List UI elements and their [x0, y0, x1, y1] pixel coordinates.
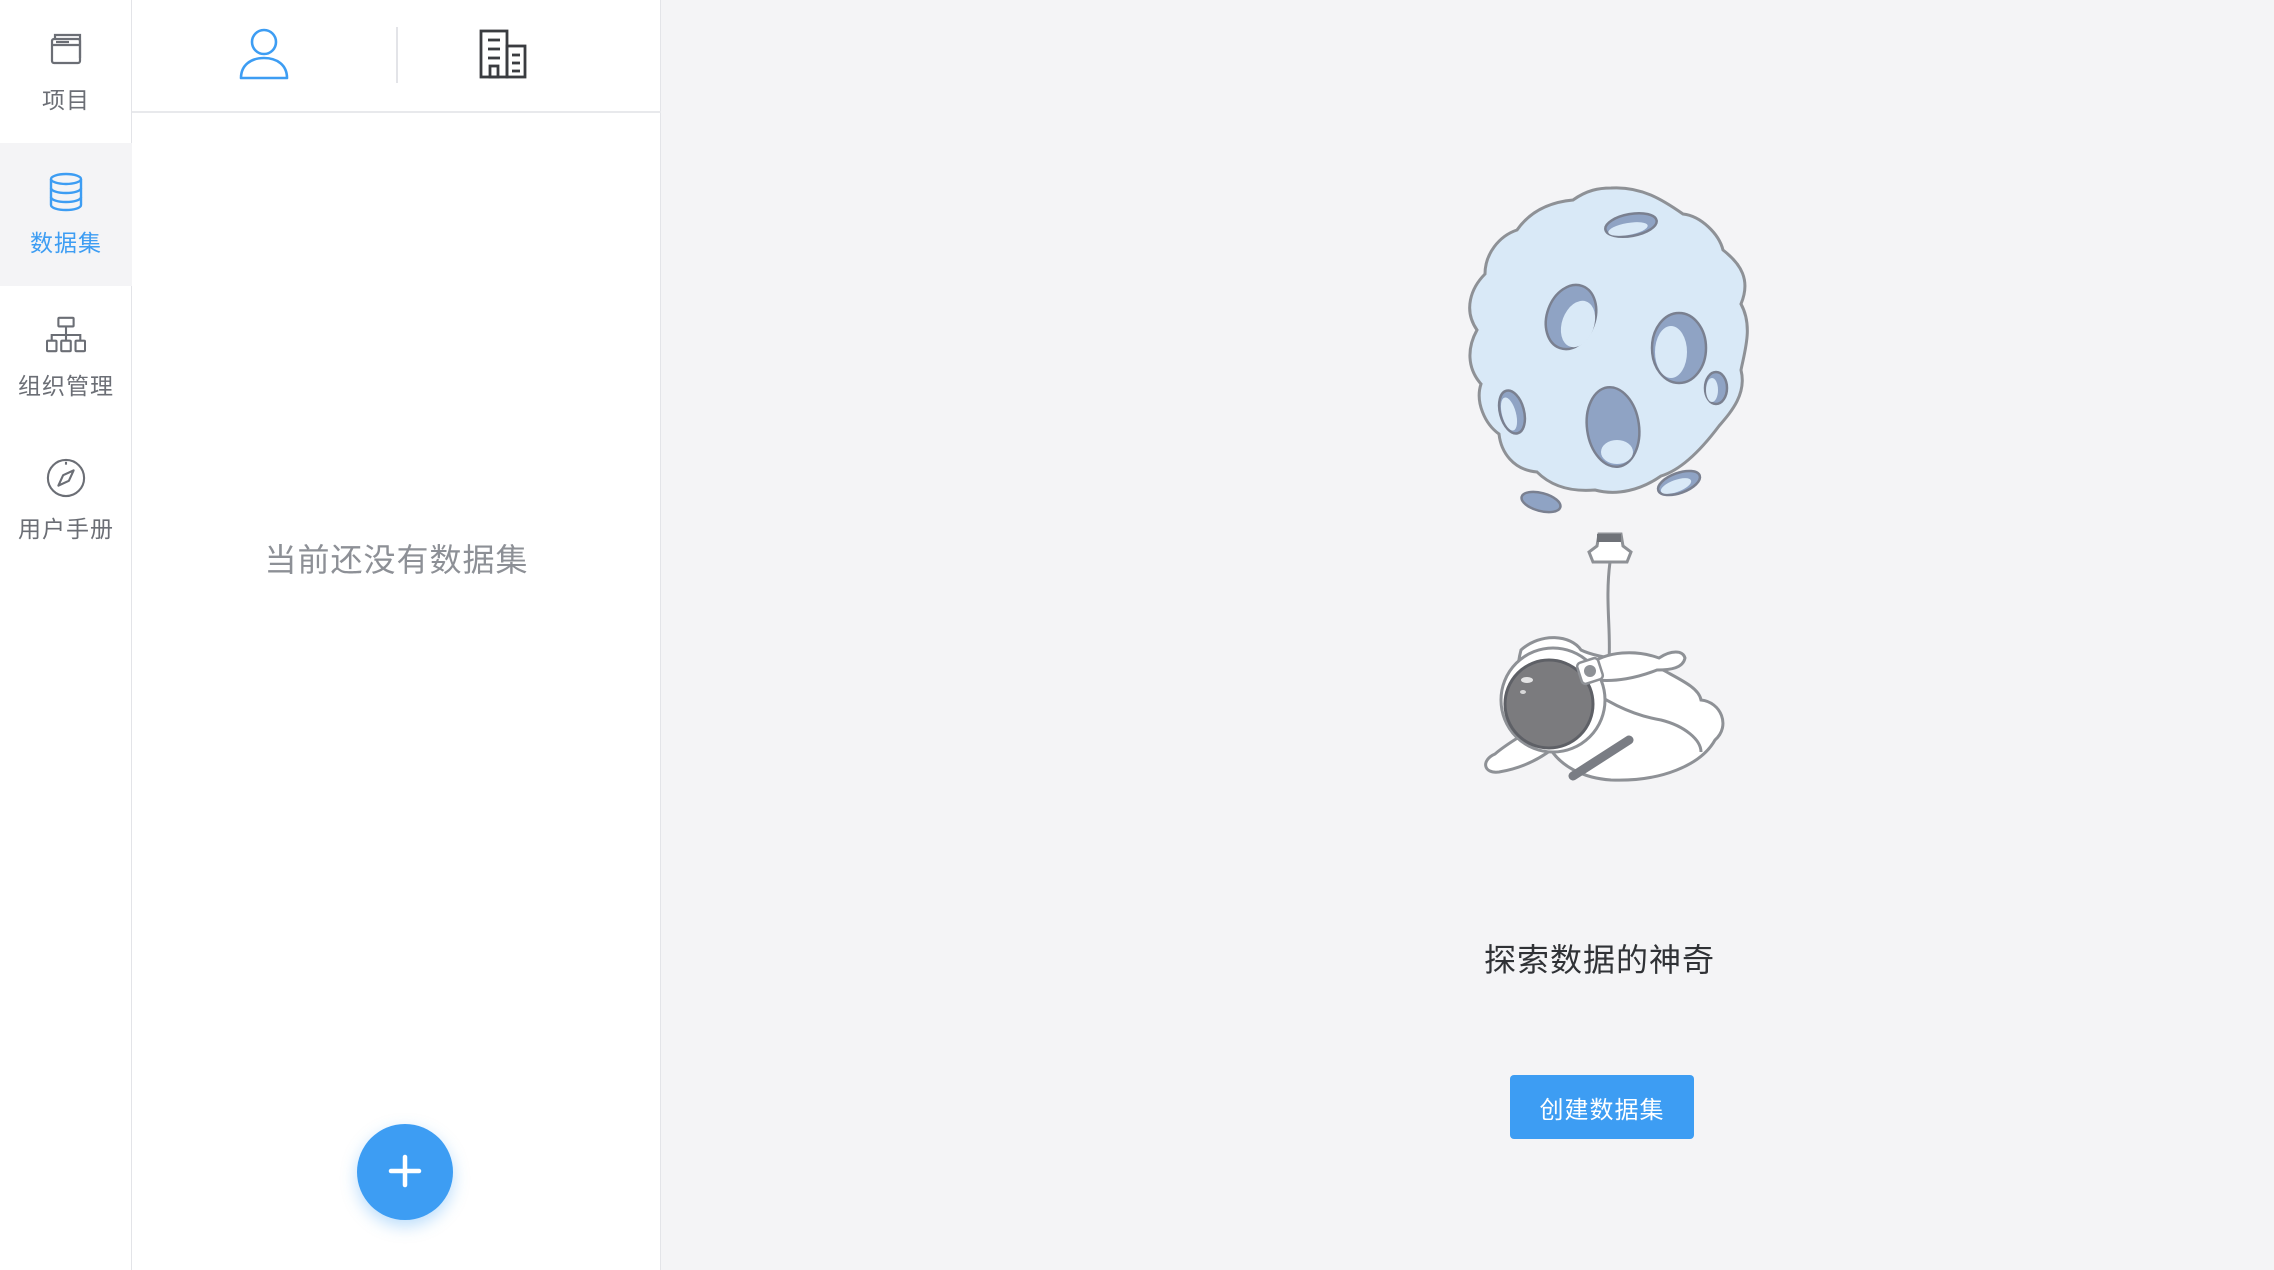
- nav-item-organization[interactable]: 组织管理: [0, 286, 132, 429]
- main-title: 探索数据的神奇: [661, 935, 2274, 981]
- nav-item-label: 数据集: [30, 230, 102, 257]
- nav-item-label: 用户手册: [18, 516, 114, 543]
- tab-divider: [396, 27, 398, 83]
- empty-state-text: 当前还没有数据集: [264, 541, 529, 579]
- org-chart-icon: [46, 315, 86, 355]
- add-dataset-button[interactable]: [357, 1124, 453, 1220]
- plus-icon: [387, 1153, 423, 1192]
- create-dataset-button[interactable]: 创建数据集: [1510, 1075, 1694, 1139]
- main-title-text: 探索数据的神奇: [1483, 941, 1715, 979]
- app-root: 项目 数据集 组织管理 用户手册 当前还没有数据集 探索数据的神奇 创建数据集: [0, 0, 2274, 1270]
- nav-item-label: 项目: [42, 87, 90, 114]
- nav-item-manual[interactable]: 用户手册: [0, 429, 132, 572]
- compass-icon: [46, 458, 86, 498]
- panel-tabs: [132, 0, 661, 113]
- nav-item-dataset[interactable]: 数据集: [0, 143, 132, 286]
- user-icon: [238, 27, 290, 85]
- tab-organization[interactable]: [455, 18, 551, 94]
- project-window-icon: [46, 29, 86, 69]
- nav-item-label: 组织管理: [18, 373, 114, 400]
- left-nav: 项目 数据集 组织管理 用户手册: [0, 0, 132, 1270]
- database-icon: [46, 172, 86, 212]
- building-icon: [477, 28, 529, 84]
- dataset-list-panel: 当前还没有数据集: [132, 0, 661, 1270]
- tab-personal[interactable]: [216, 18, 312, 94]
- main-content: 探索数据的神奇 创建数据集: [661, 0, 2274, 1270]
- nav-item-project[interactable]: 项目: [0, 0, 132, 143]
- astronaut-balloon-illustration: [1401, 180, 1821, 850]
